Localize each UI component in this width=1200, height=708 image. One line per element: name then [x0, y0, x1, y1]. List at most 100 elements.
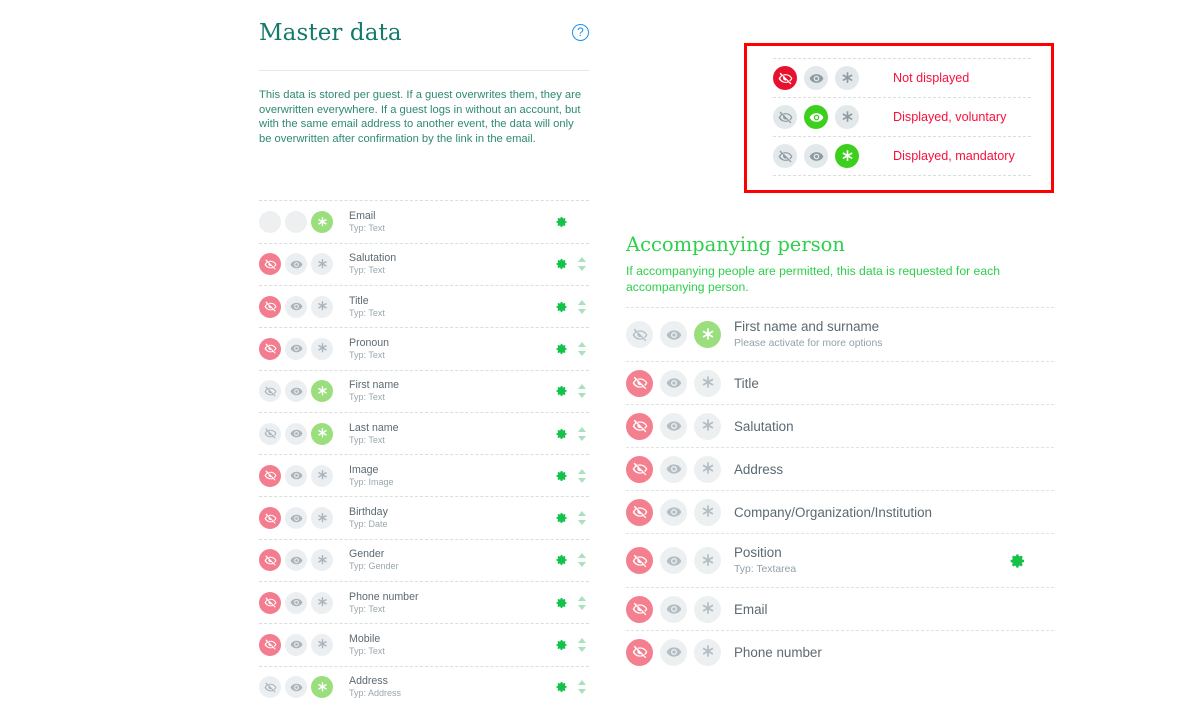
state-toggle-asterisk-icon[interactable]	[311, 253, 333, 276]
sort-down-icon[interactable]	[578, 308, 586, 314]
gear-icon[interactable]	[1010, 553, 1026, 569]
state-toggle-eye-icon[interactable]	[285, 422, 307, 445]
state-toggle-eye-icon[interactable]	[285, 507, 307, 530]
state-toggle-eye-slash-icon[interactable]	[259, 507, 281, 530]
state-toggle-eye-slash-icon[interactable]	[259, 422, 281, 445]
state-toggle-eye-icon[interactable]	[285, 464, 307, 487]
sort-up-icon[interactable]	[578, 299, 586, 305]
sort-up-icon[interactable]	[578, 468, 586, 474]
state-toggle-eye-icon[interactable]	[285, 295, 307, 318]
state-toggle-asterisk-icon[interactable]	[311, 211, 333, 234]
help-circle-icon[interactable]: ?	[572, 24, 589, 41]
gear-icon[interactable]	[556, 597, 568, 609]
sort-up-icon[interactable]	[578, 680, 586, 686]
state-toggle-asterisk-icon[interactable]	[694, 638, 721, 666]
sort-up-icon[interactable]	[578, 511, 586, 517]
state-toggle-eye-icon[interactable]	[660, 455, 687, 483]
state-toggle-eye-icon[interactable]	[660, 412, 687, 440]
sort-handle[interactable]	[578, 384, 587, 399]
sort-down-icon[interactable]	[578, 477, 586, 483]
state-toggle-eye-icon[interactable]	[660, 369, 687, 397]
state-toggle-eye-icon[interactable]	[285, 380, 307, 403]
sort-up-icon[interactable]	[578, 595, 586, 601]
state-toggle-eye-icon[interactable]	[660, 321, 687, 348]
state-toggle-eye-icon[interactable]	[285, 549, 307, 572]
state-toggle-asterisk-icon[interactable]	[694, 547, 721, 574]
sort-handle[interactable]	[578, 595, 587, 610]
state-toggle-asterisk-icon[interactable]	[311, 591, 333, 614]
sort-up-icon[interactable]	[578, 384, 586, 390]
sort-down-icon[interactable]	[578, 393, 586, 399]
sort-handle[interactable]	[578, 511, 587, 526]
state-toggle-eye-icon[interactable]	[285, 591, 307, 614]
state-toggle-asterisk-icon[interactable]	[694, 498, 721, 526]
state-toggle-eye-slash-icon[interactable]	[259, 337, 281, 360]
sort-handle[interactable]	[578, 680, 587, 695]
state-toggle-eye-slash-icon[interactable]	[259, 591, 281, 614]
gear-icon[interactable]	[556, 470, 568, 482]
sort-up-icon[interactable]	[578, 341, 586, 347]
sort-down-icon[interactable]	[578, 266, 586, 272]
sort-handle[interactable]	[578, 426, 587, 441]
gear-icon[interactable]	[556, 681, 568, 693]
sort-down-icon[interactable]	[578, 562, 586, 568]
state-toggle-eye-slash-icon[interactable]	[626, 638, 653, 666]
state-toggle-eye-slash-icon[interactable]	[259, 633, 281, 656]
gear-icon[interactable]	[556, 216, 568, 228]
sort-up-icon[interactable]	[578, 553, 586, 559]
state-toggle-asterisk-icon[interactable]	[694, 369, 721, 397]
gear-icon[interactable]	[556, 512, 568, 524]
sort-handle[interactable]	[578, 468, 587, 483]
sort-handle[interactable]	[578, 341, 587, 356]
state-toggle-eye-slash-icon[interactable]	[259, 676, 281, 699]
sort-down-icon[interactable]	[578, 646, 586, 652]
state-toggle-eye-slash-icon[interactable]	[626, 498, 653, 526]
state-toggle-eye-icon[interactable]	[660, 638, 687, 666]
state-toggle-asterisk-icon[interactable]	[694, 321, 721, 348]
gear-icon[interactable]	[556, 343, 568, 355]
gear-icon[interactable]	[556, 554, 568, 566]
sort-down-icon[interactable]	[578, 520, 586, 526]
state-toggle-eye-slash-icon[interactable]	[259, 295, 281, 318]
state-toggle-asterisk-icon[interactable]	[311, 633, 333, 656]
state-toggle-asterisk-icon[interactable]	[311, 422, 333, 445]
gear-icon[interactable]	[556, 639, 568, 651]
state-toggle-eye-slash-icon[interactable]	[259, 464, 281, 487]
sort-up-icon[interactable]	[578, 637, 586, 643]
state-toggle-eye-icon[interactable]	[660, 547, 687, 574]
state-toggle-eye-icon[interactable]	[285, 676, 307, 699]
gear-icon[interactable]	[556, 385, 568, 397]
state-toggle-eye-slash-icon[interactable]	[259, 253, 281, 276]
sort-down-icon[interactable]	[578, 689, 586, 695]
sort-down-icon[interactable]	[578, 350, 586, 356]
state-toggle-eye-icon[interactable]	[660, 498, 687, 526]
state-toggle-eye-slash-icon[interactable]	[626, 369, 653, 397]
state-toggle-asterisk-icon[interactable]	[311, 464, 333, 487]
state-toggle-eye-slash-icon[interactable]	[626, 412, 653, 440]
state-toggle-eye-icon[interactable]	[285, 253, 307, 276]
state-toggle-eye-icon[interactable]	[285, 337, 307, 360]
sort-handle[interactable]	[578, 637, 587, 652]
gear-icon[interactable]	[556, 428, 568, 440]
sort-handle[interactable]	[578, 553, 587, 568]
state-toggle-asterisk-icon[interactable]	[311, 337, 333, 360]
state-toggle-eye-slash-icon[interactable]	[259, 549, 281, 572]
state-toggle-eye-slash-icon[interactable]	[626, 455, 653, 483]
state-toggle-eye-icon[interactable]	[660, 595, 687, 623]
state-toggle-eye-slash-icon[interactable]	[626, 547, 653, 574]
state-toggle-eye-slash-icon[interactable]	[259, 380, 281, 403]
state-toggle-eye-icon[interactable]	[285, 633, 307, 656]
state-toggle-eye-slash-icon[interactable]	[626, 321, 653, 348]
state-toggle-asterisk-icon[interactable]	[311, 380, 333, 403]
sort-up-icon[interactable]	[578, 426, 586, 432]
gear-icon[interactable]	[556, 301, 568, 313]
state-toggle-asterisk-icon[interactable]	[311, 676, 333, 699]
sort-handle[interactable]	[578, 299, 587, 314]
state-toggle-asterisk-icon[interactable]	[694, 595, 721, 623]
state-toggle-asterisk-icon[interactable]	[311, 507, 333, 530]
state-toggle-asterisk-icon[interactable]	[694, 455, 721, 483]
sort-handle[interactable]	[578, 257, 587, 272]
state-toggle-asterisk-icon[interactable]	[694, 412, 721, 440]
sort-down-icon[interactable]	[578, 604, 586, 610]
state-toggle-eye-slash-icon[interactable]	[626, 595, 653, 623]
